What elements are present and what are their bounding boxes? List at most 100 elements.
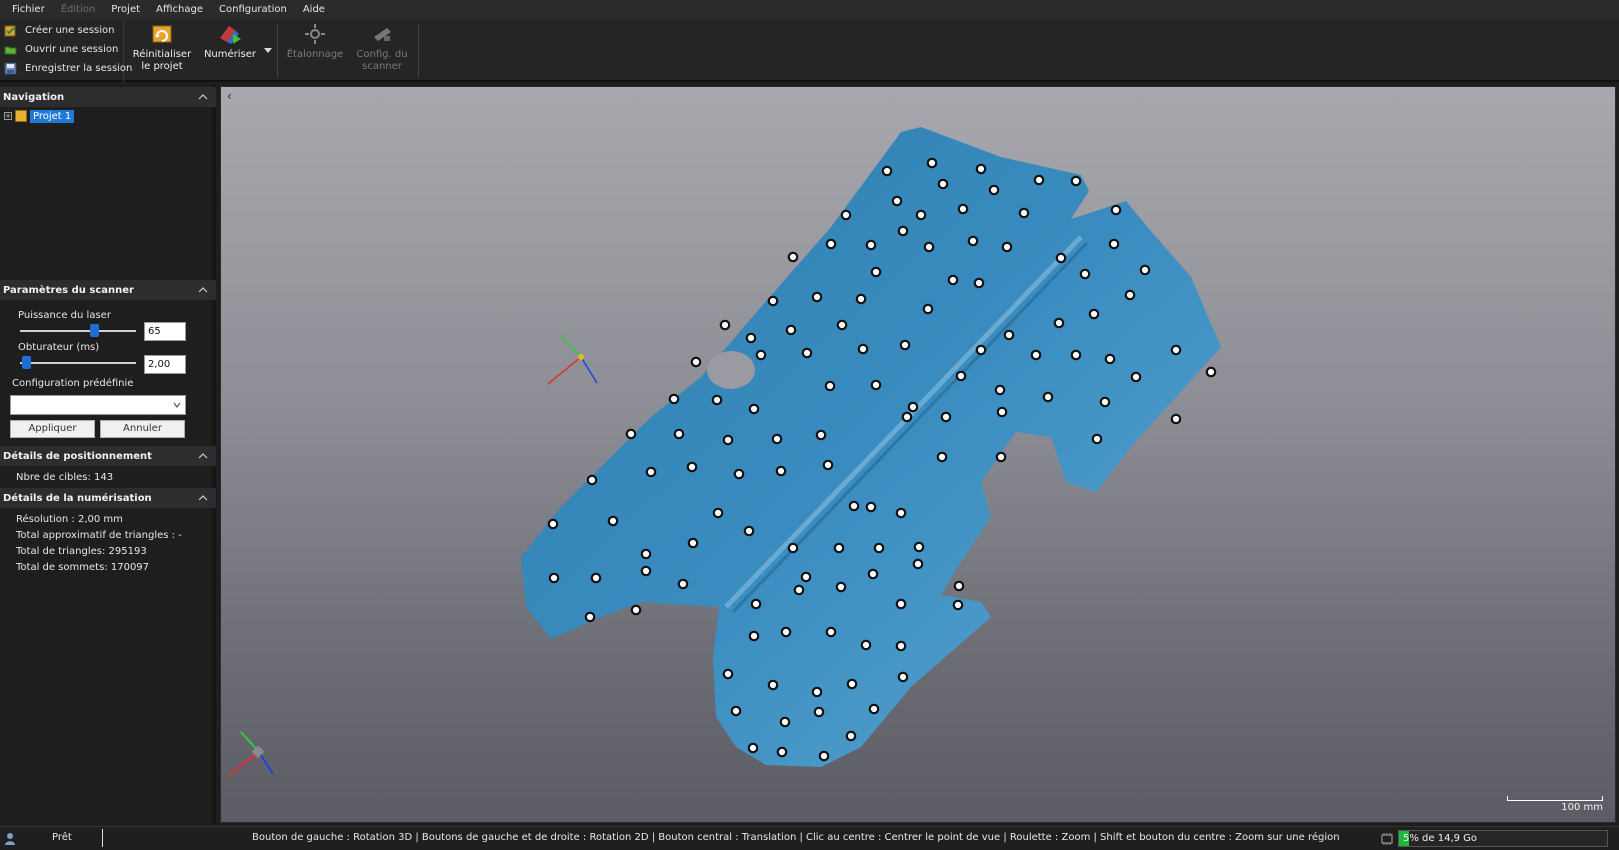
scanned-mesh[interactable] bbox=[521, 127, 1221, 767]
target-marker bbox=[1033, 174, 1045, 186]
memory-icon bbox=[1381, 833, 1393, 845]
calibration-button[interactable]: Étalonnage bbox=[283, 22, 347, 80]
laser-power-slider[interactable] bbox=[20, 324, 136, 337]
target-marker bbox=[584, 611, 596, 623]
target-marker bbox=[722, 434, 734, 446]
target-marker bbox=[1205, 366, 1217, 378]
target-marker bbox=[645, 466, 657, 478]
ribbon-separator bbox=[418, 24, 419, 78]
calibration-icon bbox=[305, 24, 325, 44]
target-marker bbox=[811, 291, 823, 303]
target-marker bbox=[870, 266, 882, 278]
apply-button[interactable]: Appliquer bbox=[10, 420, 95, 438]
scan-icon bbox=[220, 26, 241, 44]
target-marker bbox=[1070, 349, 1082, 361]
target-marker bbox=[1170, 413, 1182, 425]
target-marker bbox=[801, 347, 813, 359]
calibration-label: Étalonnage bbox=[286, 49, 344, 60]
target-marker bbox=[1110, 204, 1122, 216]
target-marker bbox=[867, 568, 879, 580]
shutter-slider-thumb[interactable] bbox=[22, 356, 32, 369]
target-marker bbox=[825, 626, 837, 638]
target-marker bbox=[1088, 308, 1100, 320]
digitization-title: Détails de la numérisation bbox=[3, 492, 152, 504]
axis-gizmo-small bbox=[228, 731, 274, 776]
session-group: Créer une session Ouvrir une session Enr… bbox=[0, 20, 132, 82]
project-icon bbox=[15, 110, 27, 122]
scanner-config-button[interactable]: Config. du scanner bbox=[350, 22, 414, 80]
tree-expand-icon[interactable]: + bbox=[4, 112, 12, 120]
menu-fichier[interactable]: Fichier bbox=[4, 0, 53, 20]
target-marker bbox=[865, 239, 877, 251]
3d-viewport[interactable]: ‹ 100 mm bbox=[220, 86, 1616, 823]
shutter-slider[interactable] bbox=[20, 356, 136, 369]
target-marker bbox=[640, 565, 652, 577]
target-marker bbox=[625, 428, 637, 440]
reset-project-button[interactable]: Réinitialiser le projet bbox=[130, 22, 194, 80]
target-marker bbox=[586, 474, 598, 486]
shutter-label: Obturateur (ms) bbox=[18, 342, 100, 353]
target-marker bbox=[937, 178, 949, 190]
target-marker bbox=[767, 295, 779, 307]
menu-aide[interactable]: Aide bbox=[295, 0, 333, 20]
target-marker bbox=[973, 277, 985, 289]
digitization-header[interactable]: Détails de la numérisation bbox=[0, 488, 216, 508]
positioning-header[interactable]: Détails de positionnement bbox=[0, 446, 216, 466]
preset-select[interactable] bbox=[10, 395, 186, 415]
target-marker bbox=[947, 274, 959, 286]
positioning-title: Détails de positionnement bbox=[3, 450, 152, 462]
collapse-icon[interactable] bbox=[198, 451, 208, 461]
shutter-input[interactable]: 2,00 bbox=[144, 355, 186, 374]
target-marker bbox=[775, 465, 787, 477]
memory-usage-bar: 5% de 14,9 Go bbox=[1398, 830, 1608, 847]
scale-bar-line bbox=[1507, 796, 1603, 801]
target-marker bbox=[957, 203, 969, 215]
menu-configuration[interactable]: Configuration bbox=[211, 0, 295, 20]
reset-project-line2: le projet bbox=[141, 61, 183, 72]
cancel-button[interactable]: Annuler bbox=[100, 420, 185, 438]
open-session-button[interactable]: Ouvrir une session bbox=[0, 40, 123, 59]
target-marker bbox=[855, 293, 867, 305]
scanner-config-icon bbox=[374, 28, 391, 41]
chevron-down-icon bbox=[173, 402, 181, 408]
target-marker bbox=[988, 184, 1000, 196]
target-marker bbox=[1091, 433, 1103, 445]
save-session-button[interactable]: Enregistrer la session bbox=[0, 59, 132, 78]
target-marker bbox=[901, 411, 913, 423]
navigation-header[interactable]: Navigation bbox=[0, 87, 216, 107]
collapse-icon[interactable] bbox=[198, 92, 208, 102]
target-marker bbox=[779, 716, 791, 728]
target-marker bbox=[955, 370, 967, 382]
menu-affichage[interactable]: Affichage bbox=[148, 0, 211, 20]
target-marker bbox=[895, 507, 907, 519]
target-marker bbox=[1001, 241, 1013, 253]
target-marker bbox=[607, 515, 619, 527]
target-marker bbox=[1053, 317, 1065, 329]
project-label[interactable]: Projet 1 bbox=[30, 109, 75, 123]
tree-item-project[interactable]: + Projet 1 bbox=[4, 109, 75, 123]
scan-button[interactable]: Numériser bbox=[200, 22, 260, 80]
target-marker bbox=[730, 705, 742, 717]
target-marker bbox=[846, 678, 858, 690]
laser-power-input[interactable]: 65 bbox=[144, 322, 186, 341]
target-marker bbox=[1108, 238, 1120, 250]
target-marker bbox=[787, 251, 799, 263]
menu-projet[interactable]: Projet bbox=[103, 0, 148, 20]
user-icon bbox=[5, 833, 15, 845]
menu-bar: Fichier Édition Projet Affichage Configu… bbox=[0, 0, 1619, 20]
scan-dropdown-icon[interactable] bbox=[264, 48, 272, 54]
laser-slider-thumb[interactable] bbox=[89, 324, 99, 337]
target-marker bbox=[1139, 264, 1151, 276]
scanner-params-header[interactable]: Paramètres du scanner bbox=[0, 280, 216, 300]
collapse-icon[interactable] bbox=[198, 285, 208, 295]
target-marker bbox=[750, 598, 762, 610]
target-marker bbox=[840, 209, 852, 221]
target-marker bbox=[897, 671, 909, 683]
collapse-icon[interactable] bbox=[198, 493, 208, 503]
create-session-button[interactable]: Créer une session bbox=[0, 21, 123, 40]
memory-usage-text: 5% de 14,9 Go bbox=[1403, 833, 1478, 844]
navigation-title: Navigation bbox=[3, 91, 65, 103]
scanner-config-line2: scanner bbox=[362, 61, 402, 72]
target-marker bbox=[1099, 396, 1111, 408]
target-marker bbox=[940, 411, 952, 423]
